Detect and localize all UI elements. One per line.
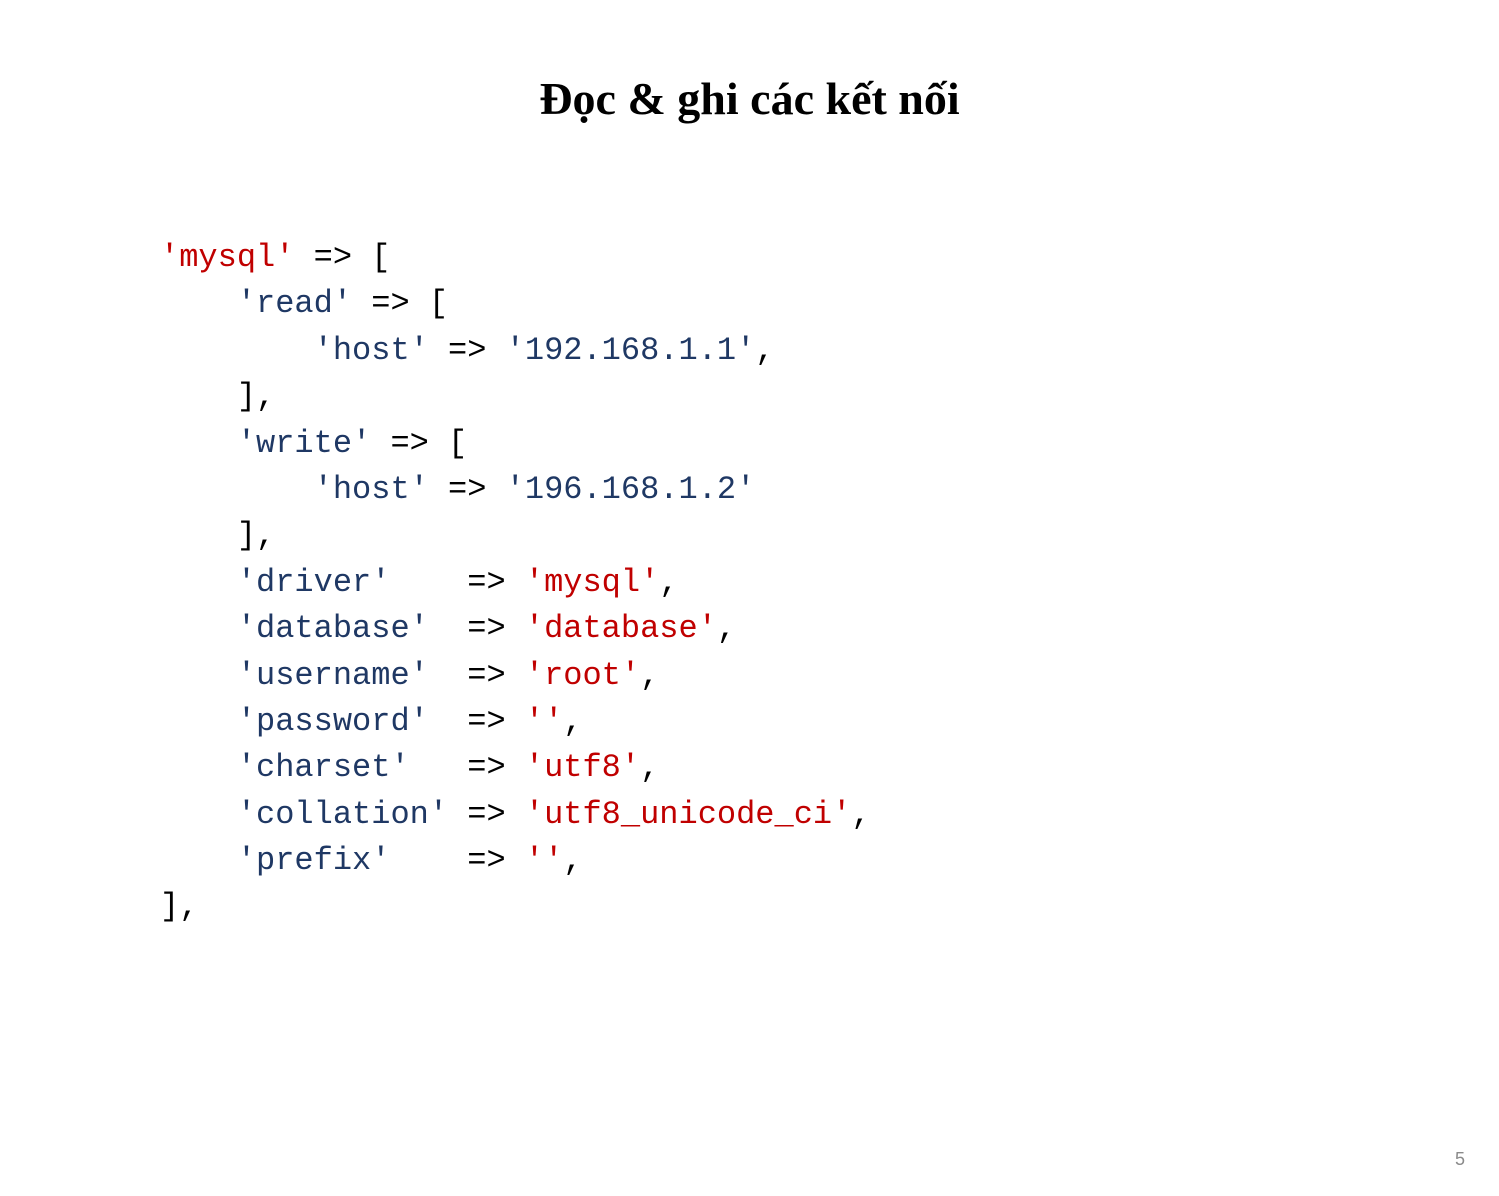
code-line: ],	[160, 884, 1499, 930]
code-line: 'charset' => 'utf8',	[160, 745, 1499, 791]
code-value: '192.168.1.1'	[506, 332, 756, 369]
code-value: 'root'	[525, 657, 640, 694]
code-indent	[160, 471, 314, 508]
code-line: 'write' => [	[160, 421, 1499, 467]
code-line: 'mysql' => [	[160, 235, 1499, 281]
code-key: 'charset'	[237, 749, 410, 786]
code-punct: =>	[390, 842, 524, 879]
code-indent	[160, 564, 237, 601]
code-indent	[160, 796, 237, 833]
code-line: 'host' => '196.168.1.2'	[160, 467, 1499, 513]
code-line: 'database' => 'database',	[160, 606, 1499, 652]
code-punct: =>	[390, 564, 524, 601]
code-punct: ,	[717, 610, 736, 647]
code-punct: =>	[429, 657, 525, 694]
code-line: ],	[160, 374, 1499, 420]
code-indent	[160, 657, 237, 694]
code-indent	[160, 842, 237, 879]
code-line: 'read' => [	[160, 281, 1499, 327]
code-value: ''	[525, 703, 563, 740]
page-number: 5	[1455, 1149, 1465, 1170]
code-punct: =>	[429, 703, 525, 740]
code-value: 'utf8_unicode_ci'	[525, 796, 851, 833]
code-punct: => [	[352, 285, 448, 322]
code-punct: ,	[563, 703, 582, 740]
code-punct: ,	[851, 796, 870, 833]
code-punct: =>	[429, 610, 525, 647]
code-line: 'password' => '',	[160, 699, 1499, 745]
code-value: 'mysql'	[525, 564, 659, 601]
code-punct: ,	[659, 564, 678, 601]
code-line: 'collation' => 'utf8_unicode_ci',	[160, 792, 1499, 838]
code-indent	[160, 749, 237, 786]
code-line: 'username' => 'root',	[160, 653, 1499, 699]
code-punct: =>	[429, 332, 506, 369]
code-punct: =>	[410, 749, 525, 786]
code-punct: =>	[429, 471, 506, 508]
slide-title: Đọc & ghi các kết nối	[0, 72, 1499, 125]
code-indent	[160, 610, 237, 647]
code-key: 'mysql'	[160, 239, 294, 276]
code-indent	[160, 425, 237, 462]
code-punct: => [	[371, 425, 467, 462]
code-punct: =>	[448, 796, 525, 833]
code-key: 'collation'	[237, 796, 448, 833]
code-value: 'utf8'	[525, 749, 640, 786]
code-key: 'read'	[237, 285, 352, 322]
code-punct: ,	[640, 749, 659, 786]
code-punct: ,	[640, 657, 659, 694]
code-indent	[160, 703, 237, 740]
code-key: 'write'	[237, 425, 371, 462]
code-key: 'prefix'	[237, 842, 391, 879]
code-key: 'database'	[237, 610, 429, 647]
code-indent	[160, 285, 237, 322]
code-line: ],	[160, 513, 1499, 559]
code-key: 'driver'	[237, 564, 391, 601]
code-punct: ,	[563, 842, 582, 879]
code-value: '196.168.1.2'	[506, 471, 756, 508]
code-line: 'driver' => 'mysql',	[160, 560, 1499, 606]
code-punct: => [	[294, 239, 390, 276]
code-key: 'username'	[237, 657, 429, 694]
code-key: 'host'	[314, 332, 429, 369]
code-key: 'host'	[314, 471, 429, 508]
code-line: 'host' => '192.168.1.1',	[160, 328, 1499, 374]
code-block: 'mysql' => [ 'read' => [ 'host' => '192.…	[160, 235, 1499, 931]
code-key: 'password'	[237, 703, 429, 740]
code-line: 'prefix' => '',	[160, 838, 1499, 884]
code-punct: ,	[755, 332, 774, 369]
code-indent	[160, 332, 314, 369]
code-value: 'database'	[525, 610, 717, 647]
code-value: ''	[525, 842, 563, 879]
